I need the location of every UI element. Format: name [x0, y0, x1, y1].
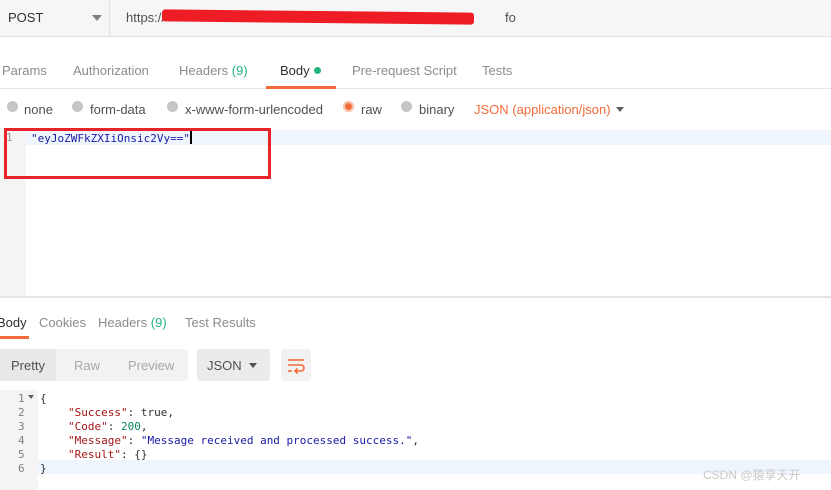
wrap-lines-icon — [288, 359, 305, 375]
radio-none[interactable] — [7, 101, 18, 112]
resp-tab-headers-count: (9) — [150, 315, 167, 330]
view-mode-group: Pretty Raw Preview — [0, 349, 188, 381]
request-body-editor[interactable]: 1 "eyJoZWFkZXIiOnsic2Vy==" — [0, 128, 831, 296]
json-line-success: "Success": true, — [68, 406, 174, 419]
url-tail: fo — [505, 10, 516, 25]
option-urlencoded-label: x-www-form-urlencoded — [185, 102, 323, 117]
pane-divider[interactable] — [0, 296, 831, 298]
request-bar: POST https:// fo — [0, 0, 831, 37]
method-label: POST — [8, 10, 44, 25]
json-line-message: "Message": "Message received and process… — [68, 434, 420, 447]
line-number: 6 — [18, 462, 25, 475]
resp-tab-test-results[interactable]: Test Results — [185, 315, 256, 330]
json-value: {} — [134, 448, 148, 461]
tab-body[interactable]: Body — [280, 63, 321, 78]
active-tab-indicator — [0, 336, 29, 339]
json-close-brace: } — [40, 462, 47, 475]
response-format-select[interactable]: JSON — [197, 349, 270, 381]
tab-headers-label: Headers — [179, 63, 229, 78]
tab-body-label: Body — [280, 63, 310, 78]
tab-headers[interactable]: Headers (9) — [179, 63, 248, 78]
request-tabs: Params Authorization Headers (9) Body Pr… — [0, 52, 831, 89]
active-tab-indicator — [266, 86, 336, 89]
body-type-options: none form-data x-www-form-urlencoded raw… — [0, 92, 831, 126]
json-value: 200 — [121, 420, 141, 433]
line-number: 3 — [18, 420, 25, 433]
line-number: 2 — [18, 406, 25, 419]
pretty-button[interactable]: Pretty — [11, 358, 45, 373]
option-binary-label: binary — [419, 102, 455, 117]
annotation-highlight-box — [4, 128, 271, 179]
tab-authorization[interactable]: Authorization — [73, 63, 149, 78]
json-key: "Success" — [68, 406, 128, 419]
option-form-data-label: form-data — [90, 102, 146, 117]
line-number: 1 — [18, 392, 25, 405]
raw-button[interactable]: Raw — [74, 358, 100, 373]
resp-tab-cookies[interactable]: Cookies — [39, 315, 86, 330]
wrap-lines-button[interactable] — [281, 349, 311, 381]
json-key: "Message" — [68, 434, 128, 447]
tab-params[interactable]: Params — [2, 63, 47, 78]
json-value: "Message received and processed success.… — [140, 434, 413, 447]
response-format-label: JSON — [207, 358, 242, 373]
chevron-down-icon[interactable] — [616, 107, 624, 112]
method-select[interactable]: POST — [0, 0, 110, 36]
fold-caret-icon[interactable] — [28, 395, 34, 399]
json-line-result: "Result": {} — [68, 448, 148, 461]
json-line-code: "Code": 200, — [68, 420, 148, 433]
json-key: "Result" — [68, 448, 121, 461]
radio-form-data[interactable] — [72, 101, 83, 112]
json-open-brace: { — [40, 392, 47, 405]
chevron-down-icon — [249, 363, 257, 368]
radio-urlencoded[interactable] — [167, 101, 178, 112]
radio-binary[interactable] — [401, 101, 412, 112]
preview-button[interactable]: Preview — [128, 358, 174, 373]
resp-tab-headers[interactable]: Headers (9) — [98, 315, 167, 330]
tab-tests[interactable]: Tests — [482, 63, 512, 78]
url-input[interactable]: https:// fo — [110, 0, 831, 36]
watermark: CSDN @猿享天开 — [703, 468, 801, 482]
response-toolbar: Pretty Raw Preview JSON — [0, 348, 831, 382]
json-value: true — [140, 406, 168, 419]
resp-tab-headers-label: Headers — [98, 315, 148, 330]
url-visible: https:// — [126, 10, 166, 25]
tab-pre-request-script[interactable]: Pre-request Script — [352, 63, 457, 78]
line-number: 4 — [18, 434, 25, 447]
chevron-down-icon — [92, 15, 102, 21]
option-none-label: none — [24, 102, 53, 117]
tab-headers-count: (9) — [231, 63, 248, 78]
content-type-select[interactable]: JSON (application/json) — [474, 102, 611, 117]
line-number: 5 — [18, 448, 25, 461]
resp-tab-body[interactable]: Body — [0, 315, 27, 330]
status-dot-icon — [313, 67, 321, 74]
response-tabs: Body Cookies Headers (9) Test Results — [0, 302, 831, 339]
radio-raw[interactable] — [343, 101, 354, 112]
json-key: "Code" — [68, 420, 108, 433]
option-raw-label: raw — [361, 102, 382, 117]
